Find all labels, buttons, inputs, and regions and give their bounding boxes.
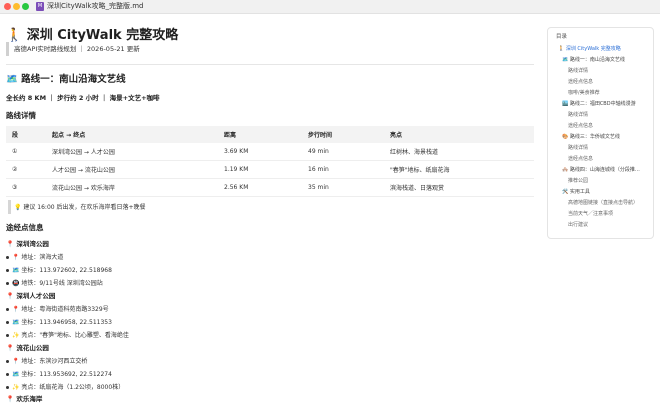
zoom-window-button[interactable] xyxy=(22,3,29,10)
table-cell: "春笋"地标、纸扇花海 xyxy=(384,160,534,179)
table-cell: 人才公园 → 流花山公园 xyxy=(46,160,218,179)
table-row: ③ 流花山公园 → 欢乐海岸 2.56 KM 35 min 滨海栈道、日落观赏 xyxy=(6,178,534,197)
table-header-row: 段 起点 → 终点 距离 步行时间 亮点 xyxy=(6,126,534,143)
route1-summary: 全长约 8 KM ｜ 步行约 2 小时 ｜ 海景+文艺+咖啡 xyxy=(6,94,160,102)
list-item: 🗺️ 坐标：113.972602, 22.518968 xyxy=(6,265,112,274)
spot-title: 📍 流花山公园 xyxy=(6,344,49,352)
document-content: 🚶 深圳 CityWalk 完整攻略 高德API实时路线规划 ｜ 2026-05… xyxy=(0,14,545,406)
table-header: 距离 xyxy=(218,126,302,143)
list-item: 📍 地址：粤海街道科苑南路3329号 xyxy=(6,304,109,313)
toc-item[interactable]: 🗺️ 路线一：南山沿海文艺线 xyxy=(562,56,654,63)
table-header: 亮点 xyxy=(384,126,534,143)
table-cell: 2.56 KM xyxy=(218,178,302,197)
bullet-dot xyxy=(6,334,9,337)
toc-item[interactable]: 途经点信息 xyxy=(568,78,660,85)
table-header: 起点 → 终点 xyxy=(46,126,218,143)
bullet-dot xyxy=(6,360,9,363)
table-cell: 35 min xyxy=(302,178,384,197)
table-header: 步行时间 xyxy=(302,126,384,143)
toc-item[interactable]: 途经点信息 xyxy=(568,122,660,129)
table-cell: 深圳湾公园 → 人才公园 xyxy=(46,143,218,161)
route-table: 段 起点 → 终点 距离 步行时间 亮点 ① 深圳湾公园 → 人才公园 3.69… xyxy=(6,126,534,197)
bullet-dot xyxy=(6,308,9,311)
toc-item[interactable]: 当前天气／注意事项 xyxy=(568,210,660,217)
list-item: 📍 地址：东滨沙河西立交桥 xyxy=(6,356,87,365)
list-item: 🗺️ 坐标：113.946958, 22.511353 xyxy=(6,317,112,326)
markdown-file-icon: M xyxy=(36,2,44,11)
table-cell: 49 min xyxy=(302,143,384,161)
toc-item[interactable]: 🚶 深圳 CityWalk 完整攻略 xyxy=(558,45,650,52)
table-cell: 流花山公园 → 欢乐海岸 xyxy=(46,178,218,197)
table-cell: ③ xyxy=(6,178,46,197)
spot-title: 📍 深圳湾公园 xyxy=(6,240,49,248)
list-item: 📍 地址：滨海大道 xyxy=(6,252,63,261)
table-row: ② 人才公园 → 流花山公园 1.19 KM 16 min "春笋"地标、纸扇花… xyxy=(6,160,534,179)
toc-item[interactable]: 途经点信息 xyxy=(568,155,660,162)
quote-bar xyxy=(8,200,11,214)
toc-item[interactable]: 🏘️ 路线四：山海连城线（分段推… xyxy=(562,166,654,173)
table-row: ① 深圳湾公园 → 人才公园 3.69 KM 49 min 红树林、海景栈道 xyxy=(6,143,534,161)
toc-item[interactable]: 推荐公园 xyxy=(568,177,660,184)
bullet-dot xyxy=(6,373,9,376)
page-title: 🚶 深圳 CityWalk 完整攻略 xyxy=(6,28,179,43)
spots-heading: 途经点信息 xyxy=(6,223,44,232)
bullet-dot xyxy=(6,321,9,324)
list-item: 🚇 地铁：9/11号线 深圳湾公园站 xyxy=(6,278,103,287)
close-window-button[interactable] xyxy=(4,3,11,10)
toc-item[interactable]: 🏙️ 路线二：福田CBD中轴线漫游 xyxy=(562,100,654,107)
table-cell: 16 min xyxy=(302,160,384,179)
table-header: 段 xyxy=(6,126,46,143)
bullet-dot xyxy=(6,269,9,272)
toc-label: 目录 xyxy=(556,34,568,40)
toc-item[interactable]: 路线详情 xyxy=(568,144,660,151)
tip-quote: 💡 建议 16:00 后出发，在欢乐海岸看日落+晚餐 xyxy=(14,204,146,211)
table-cell: 滨海栈道、日落观赏 xyxy=(384,178,534,197)
list-item: ✨ 亮点：纸扇花海（1.2公顷，8000株） xyxy=(6,382,124,391)
quote-bar xyxy=(6,42,9,56)
bullet-dot xyxy=(6,282,9,285)
route1-heading: 🗺️ 路线一：南山沿海文艺线 xyxy=(6,74,126,85)
toc-item[interactable]: 🛠️ 实用工具 xyxy=(562,188,654,195)
spot-title: 📍 深圳人才公园 xyxy=(6,292,56,300)
minimize-window-button[interactable] xyxy=(13,3,20,10)
window-title: 深圳CityWalk攻略_完整版.md xyxy=(47,2,144,10)
toc-item[interactable]: 高德地图链接（直接点击导航） xyxy=(568,199,660,206)
toc-item[interactable]: 出行建议 xyxy=(568,221,660,228)
window-titlebar: M 深圳CityWalk攻略_完整版.md xyxy=(0,0,660,14)
toc-item[interactable]: 路线详情 xyxy=(568,67,660,74)
toc-item[interactable]: 咖啡/美食推荐 xyxy=(568,89,660,96)
list-item: 🗺️ 坐标：113.953692, 22.512274 xyxy=(6,369,112,378)
list-item: ✨ 亮点："春笋"地标、比心雕塑、看海绝佳 xyxy=(6,330,129,339)
bullet-dot xyxy=(6,386,9,389)
details-heading: 路线详情 xyxy=(6,111,36,120)
table-cell: 3.69 KM xyxy=(218,143,302,161)
toc-sidebar: 目录 🚶 深圳 CityWalk 完整攻略 🗺️ 路线一：南山沿海文艺线 路线详… xyxy=(547,27,654,239)
table-cell: ① xyxy=(6,143,46,161)
subtitle-quote: 高德API实时路线规划 ｜ 2026-05-21 更新 xyxy=(14,45,140,53)
table-cell: 红树林、海景栈道 xyxy=(384,143,534,161)
spot-title: 📍 欢乐海岸 xyxy=(6,395,43,403)
toc-item[interactable]: 🎨 路线三：华侨城文艺线 xyxy=(562,133,654,140)
toc-item[interactable]: 路线详情 xyxy=(568,111,660,118)
divider xyxy=(6,64,534,65)
bullet-dot xyxy=(6,256,9,259)
table-cell: 1.19 KM xyxy=(218,160,302,179)
table-cell: ② xyxy=(6,160,46,179)
